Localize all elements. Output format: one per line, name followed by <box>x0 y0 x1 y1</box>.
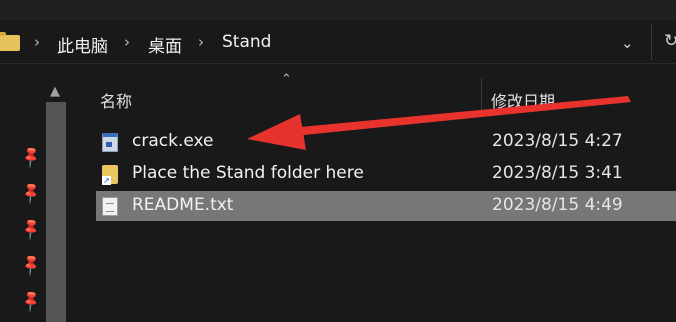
annotation-arrow <box>247 96 631 150</box>
annotation-arrow-head <box>247 114 306 150</box>
annotation-arrow-shaft <box>290 96 631 136</box>
